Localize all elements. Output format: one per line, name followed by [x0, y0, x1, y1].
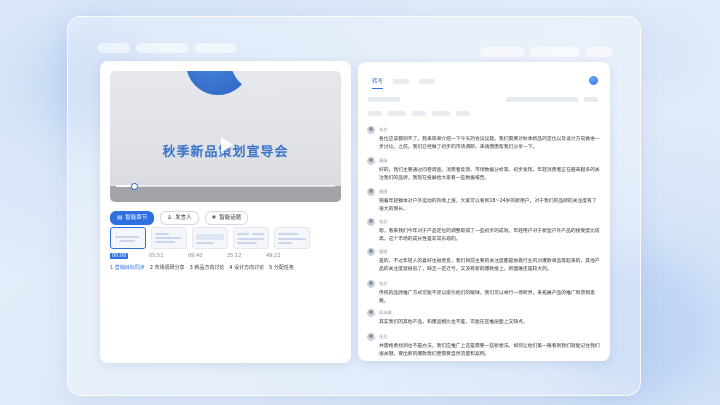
placeholder-bar: [506, 97, 578, 102]
avatar: [367, 309, 375, 317]
chapter-icon: ▤: [117, 215, 123, 221]
placeholder-bar: [412, 111, 426, 116]
play-icon[interactable]: [221, 137, 233, 153]
chapter-labels: 1 营销目标同步 2 市场调研分享 3 新品方向讨论 4 设计方向讨论 5 分配…: [110, 264, 294, 271]
speaker-name: 唐唐: [379, 189, 388, 194]
transcript-text: 随着年轻群体对户外运动的热情上涨，大家可以看到18~24岁的新用户，对于我们的品…: [379, 199, 597, 212]
tab-label: 智能章节: [125, 215, 148, 221]
chapter-thumbnails: [110, 227, 310, 249]
placeholder-bar: [136, 43, 188, 53]
transcript-text: 其实我们的其他产品，和爆品相比也不差，可能在宣推层面上又缺点。: [379, 320, 528, 325]
avatar: [367, 280, 375, 288]
transcript-text: 是的，不过年轻人的喜好也很善变，我们目前主要的关注度都是依靠行业内对爆款单品等起…: [379, 259, 600, 272]
video-player[interactable]: 秋季新品策划宣导会: [110, 71, 341, 202]
placeholder-bar: [584, 97, 598, 102]
avatar: [367, 248, 375, 256]
placeholder-bar: [530, 47, 580, 57]
chapter-thumbnail[interactable]: [151, 227, 187, 249]
progress-handle[interactable]: [130, 183, 138, 190]
placeholder-bar: [586, 47, 612, 57]
speaker-name: 唐唐: [379, 158, 388, 163]
transcript-text: 共需格勇找到也不是办法。我们应推广上还是需要一些新想法。如何让他们第一眼看到我们…: [379, 344, 600, 357]
speaker-name: 张总: [379, 219, 388, 224]
tab-label: 发言人: [175, 215, 192, 221]
chapter-item[interactable]: 4 设计方向讨论: [229, 264, 264, 271]
placeholder-bar: [194, 43, 236, 53]
speaker-name: 阿米娜: [379, 310, 392, 315]
person-icon: ♙: [167, 215, 173, 221]
chapter-times: 00:00 05:52 09:40 25:12 49:22: [110, 253, 300, 259]
tab-speakers[interactable]: ♙ 发言人: [160, 211, 199, 225]
placeholder-tab[interactable]: [419, 78, 436, 84]
placeholder-bar: [456, 111, 470, 116]
tab-transcript[interactable]: 转写: [372, 77, 384, 89]
chapter-thumbnail[interactable]: [233, 227, 269, 249]
chapter-item[interactable]: 5 分配任务: [269, 264, 294, 271]
placeholder-tab[interactable]: [393, 78, 410, 84]
speaker-name: 张总: [379, 334, 388, 339]
placeholder-bar: [432, 111, 450, 116]
chapter-item[interactable]: 3 新品方向讨论: [190, 264, 225, 271]
video-controls-bar: [110, 186, 341, 202]
chapter-time: 09:40: [188, 253, 203, 259]
video-progress-bar[interactable]: [116, 183, 335, 190]
placeholder-bar: [368, 97, 400, 102]
chapter-thumbnail[interactable]: [274, 227, 310, 249]
transcript-text: 好的。我们主要通过问卷调查、消费者反馈、市场数据分析等、初步发现，年轻消费者正在…: [379, 168, 600, 181]
chapter-time: 05:52: [149, 253, 164, 259]
transcript-text: 各位应该都到齐了。我来简单介绍一下今天的会议议题。我们需要对秋季新品的定位以及设…: [379, 137, 600, 150]
placeholder-bar: [98, 43, 130, 53]
chapter-time: 00:00: [110, 253, 129, 259]
video-decoration: [230, 71, 300, 93]
transcript-panel: 转写 张总 各位应该都到齐了。我来简单介绍一下今天的会议议题。我们需要对秋季新品…: [358, 62, 610, 361]
tab-smart-chapters[interactable]: ▤ 智能章节: [110, 211, 155, 225]
tab-smart-topics[interactable]: # 智能话题: [204, 211, 249, 225]
left-tab-bar: ▤ 智能章节 ♙ 发言人 # 智能话题: [110, 211, 249, 225]
transcript-text: 传统的品牌推广方式可能不足以吸引他们的眼球，我们可以举行一场跨界，来拓展产品的推…: [379, 291, 595, 304]
speaker-name: 张总: [379, 127, 388, 132]
avatar: [367, 188, 375, 196]
chapter-time: 49:22: [266, 253, 281, 259]
chapter-item[interactable]: 1 营销目标同步: [110, 264, 145, 271]
avatar: [367, 218, 375, 226]
placeholder-bar: [368, 111, 382, 116]
video-panel: 秋季新品策划宣导会 ▤ 智能章节 ♙ 发言人 # 智能话题 00:00 05:5…: [100, 61, 351, 363]
avatar: [367, 157, 375, 165]
speaker-name: 张总: [379, 281, 388, 286]
chapter-thumbnail[interactable]: [192, 227, 228, 249]
chapter-thumbnail[interactable]: [110, 227, 146, 249]
chapter-time: 25:12: [227, 253, 242, 259]
tab-label: 智能话题: [219, 215, 242, 221]
right-tab-bar: 转写: [372, 77, 436, 89]
assistant-icon[interactable]: [589, 76, 598, 85]
speaker-name: 唐唐: [379, 249, 388, 254]
transcript-text: 嗯，看来我们今年对于产品定位的调整取得了一些初步的成效。年轻用户对于新型户外产品…: [379, 229, 600, 242]
avatar: [367, 333, 375, 341]
topic-icon: #: [211, 215, 217, 221]
avatar: [367, 126, 375, 134]
chapter-item[interactable]: 2 市场调研分享: [150, 264, 185, 271]
placeholder-bar: [480, 47, 524, 57]
placeholder-bar: [388, 111, 406, 116]
